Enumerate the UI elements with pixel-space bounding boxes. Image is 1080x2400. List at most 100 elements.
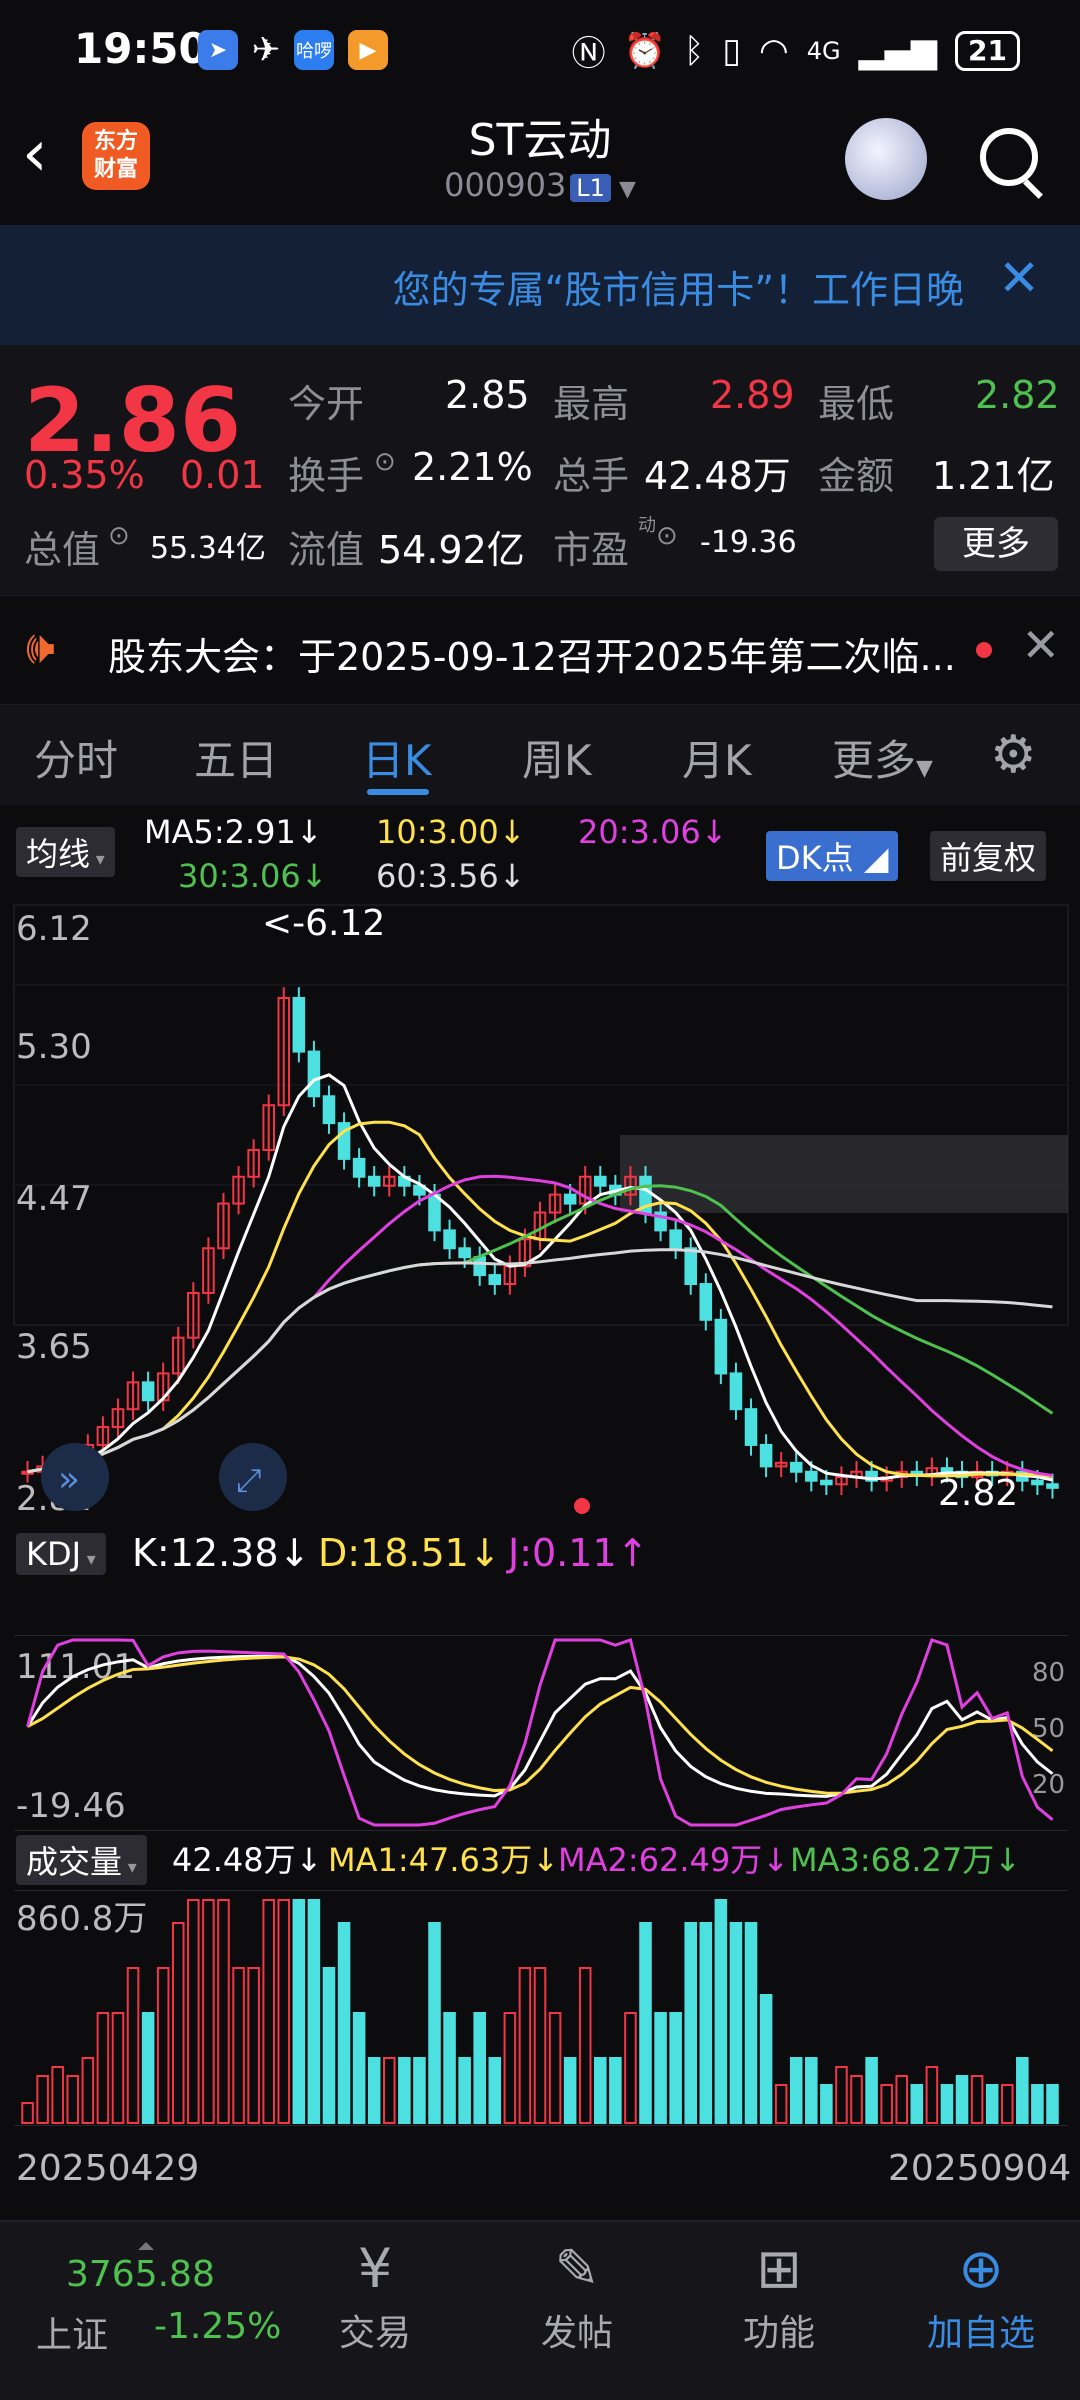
signal-dot <box>574 1498 590 1514</box>
volume-bar <box>970 2075 984 2124</box>
volume-bar <box>940 2084 954 2124</box>
volume-selector[interactable]: 成交量 ▾ <box>16 1835 147 1885</box>
turnover-label: 换手 <box>288 454 365 498</box>
volume-bar <box>156 1967 170 2124</box>
search-icon[interactable] <box>980 128 1038 186</box>
volume-bar <box>985 2084 999 2124</box>
volume-bar <box>759 1994 773 2124</box>
expand-arrows-icon: ⤢ <box>236 1461 262 1499</box>
unread-dot <box>976 642 992 658</box>
kdj-ref-label: 80 <box>1032 1658 1065 1688</box>
index-value[interactable]: 3765.88 <box>66 2254 215 2295</box>
alarm-icon: ⏰ <box>623 30 666 71</box>
gear-icon[interactable]: ⚙ <box>990 725 1037 785</box>
volume-bar <box>880 2084 893 2124</box>
wifi-icon: ◠ <box>759 30 789 71</box>
volume-bar <box>699 1922 713 2124</box>
low-value: 2.82 <box>975 373 1060 417</box>
volume-bar <box>669 2012 682 2124</box>
price-axis-label: 6.12 <box>16 909 92 949</box>
kline-chart[interactable]: 6.12 5.30 4.47 3.65 2.82 <-6.12 2.82 » ⤢… <box>0 805 1080 2225</box>
kdj-ref-label: 20 <box>1032 1770 1065 1800</box>
post-button[interactable]: ✎ 发帖 <box>502 2234 652 2356</box>
signal-icon: ▂▄▆ <box>858 30 938 71</box>
volume-bar <box>66 2075 80 2124</box>
candle <box>759 1443 773 1468</box>
chevron-up-icon <box>138 2242 154 2250</box>
volume-bar <box>367 2057 381 2124</box>
promo-banner[interactable]: 您的专属“股市信用卡”！工作日晚 ✕ <box>0 225 1080 345</box>
info-icon[interactable]: ⊙ <box>108 521 130 551</box>
float-label: 流值 <box>288 528 365 572</box>
volume-bar <box>729 1922 743 2124</box>
quote-panel: 2.86 0.35% 0.01 今开 2.85 最高 2.89 最低 2.82 … <box>0 345 1080 595</box>
play-icon: ▶ <box>348 30 388 70</box>
volume-bar <box>262 1899 275 2124</box>
volume-bar <box>473 2012 486 2124</box>
more-button[interactable]: 更多 <box>934 517 1058 571</box>
price-axis-label: 3.65 <box>16 1327 92 1367</box>
volume-bar <box>639 1922 652 2124</box>
volume-bar <box>955 2075 969 2124</box>
chart-area[interactable]: 均线 ▾ MA5:2.91↓ 10:3.00↓ 20:3.06↓ 30:3.06… <box>0 805 1080 2225</box>
ma60-line <box>27 1248 1053 1474</box>
volume-bar <box>684 1922 698 2124</box>
amount-value: 1.21亿 <box>932 454 1055 498</box>
notice-bar[interactable]: 🕪 股东大会：于2025-09-12召开2025年第二次临... ✕ <box>0 595 1080 705</box>
volume-bar <box>563 2057 577 2124</box>
candle <box>473 1256 486 1277</box>
volume-ma1-label: MA1:47.63万 <box>328 1841 533 1879</box>
kdj-selector[interactable]: KDJ ▾ <box>16 1533 106 1575</box>
candle <box>789 1461 803 1473</box>
open-value: 2.85 <box>445 373 530 417</box>
functions-button[interactable]: ⊞ 功能 <box>704 2234 854 2356</box>
post-label: 发帖 <box>540 2313 613 2354</box>
volume-bar <box>895 2075 909 2124</box>
candle <box>563 1193 577 1205</box>
volume-axis-top: 860.8万 <box>16 1899 147 1939</box>
volume-bar <box>352 2012 366 2124</box>
volume-bar <box>1016 2057 1029 2124</box>
info-icon[interactable]: ⊙ <box>374 447 396 477</box>
candle <box>805 1470 818 1482</box>
tab-monthly-k[interactable]: 月K <box>682 727 752 788</box>
index-change[interactable]: -1.25% <box>154 2306 281 2347</box>
close-icon[interactable]: ✕ <box>1021 618 1060 672</box>
plus-circle-icon: ⊕ <box>958 2237 1004 2300</box>
assistant-robot-icon[interactable] <box>845 118 927 200</box>
tab-intraday[interactable]: 分时 <box>34 727 118 788</box>
min-price-annotation: 2.82 <box>938 1473 1018 1514</box>
pe-sup: 动 <box>638 515 656 536</box>
volume-bar <box>820 2084 833 2124</box>
info-icon[interactable]: ⊙ <box>656 521 678 551</box>
hello-app-icon: 哈啰 <box>294 30 334 70</box>
volume-bar <box>865 2057 878 2124</box>
high-value: 2.89 <box>710 373 795 417</box>
volume-bar <box>609 2057 622 2124</box>
network-label: 4G <box>806 36 841 65</box>
close-icon[interactable]: ✕ <box>998 249 1040 307</box>
grid-icon: ⊞ <box>756 2237 802 2300</box>
volume-bar <box>126 1967 140 2124</box>
candle <box>292 996 306 1053</box>
tab-more[interactable]: 更多▼ <box>832 727 933 788</box>
status-icons: Ⓝ ⏰ ᛒ ▯ ◠ 4G ▂▄▆ 21 <box>572 26 1020 75</box>
volume-bar <box>458 2057 471 2124</box>
tab-daily-k[interactable]: 日K <box>362 727 432 788</box>
volume-value: 42.48万↓ <box>172 1841 323 1879</box>
status-bar: 19:50 ➤ ✈ 哈啰 ▶ Ⓝ ⏰ ᛒ ▯ ◠ 4G ▂▄▆ 21 <box>0 0 1080 100</box>
mktcap-value: 55.34亿 <box>150 531 266 566</box>
add-watchlist-button[interactable]: ⊕ 加自选 <box>906 2234 1056 2356</box>
trade-button[interactable]: ¥ 交易 <box>300 2234 450 2356</box>
index-name[interactable]: 上证 <box>36 2306 108 2358</box>
volume-ma2-label: MA2:62.49万 <box>558 1841 763 1879</box>
tab-five-day[interactable]: 五日 <box>194 727 278 788</box>
caret-down-icon: ▾ <box>81 1549 96 1570</box>
vibrate-icon: ▯ <box>722 30 742 71</box>
tab-weekly-k[interactable]: 周K <box>522 727 592 788</box>
kdj-axis-top: 111.01 <box>16 1647 135 1687</box>
volume-bar <box>1000 2084 1014 2124</box>
volume-label: 总手 <box>553 454 630 498</box>
yen-icon: ¥ <box>357 2237 393 2300</box>
tab-more-label: 更多 <box>832 736 917 785</box>
